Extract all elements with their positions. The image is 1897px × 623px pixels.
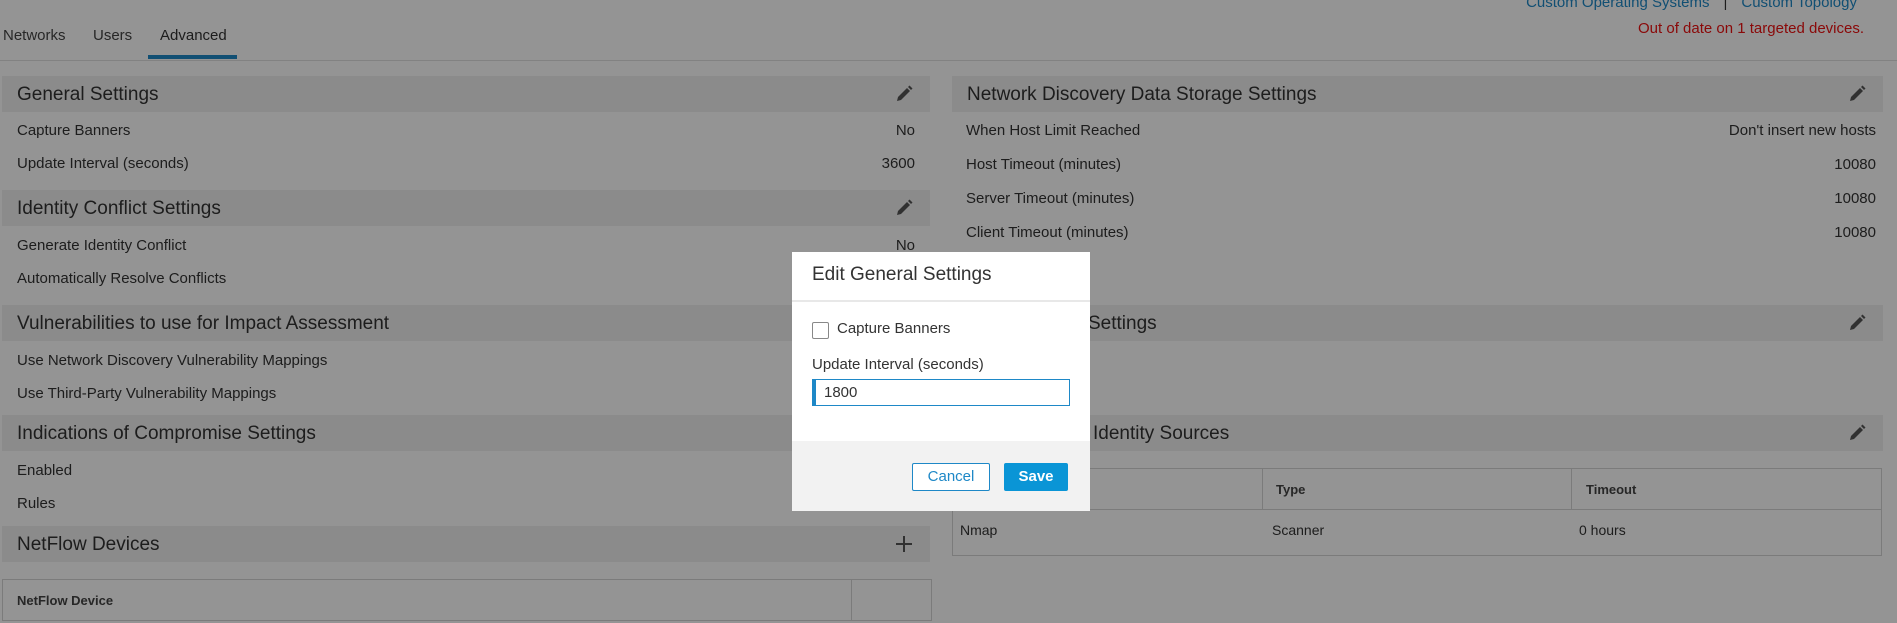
edit-general-settings-dialog: Edit General Settings Capture Banners Up… — [792, 252, 1090, 511]
update-interval-label: Update Interval (seconds) — [812, 356, 984, 373]
dialog-header: Edit General Settings — [792, 252, 1090, 302]
dialog-title: Edit General Settings — [812, 264, 992, 285]
capture-banners-checkbox[interactable] — [812, 322, 829, 339]
save-button[interactable]: Save — [1004, 463, 1068, 491]
capture-banners-label[interactable]: Capture Banners — [837, 320, 950, 337]
cancel-button[interactable]: Cancel — [912, 463, 990, 491]
dialog-footer: Cancel Save — [792, 441, 1090, 511]
update-interval-input[interactable] — [812, 379, 1070, 406]
